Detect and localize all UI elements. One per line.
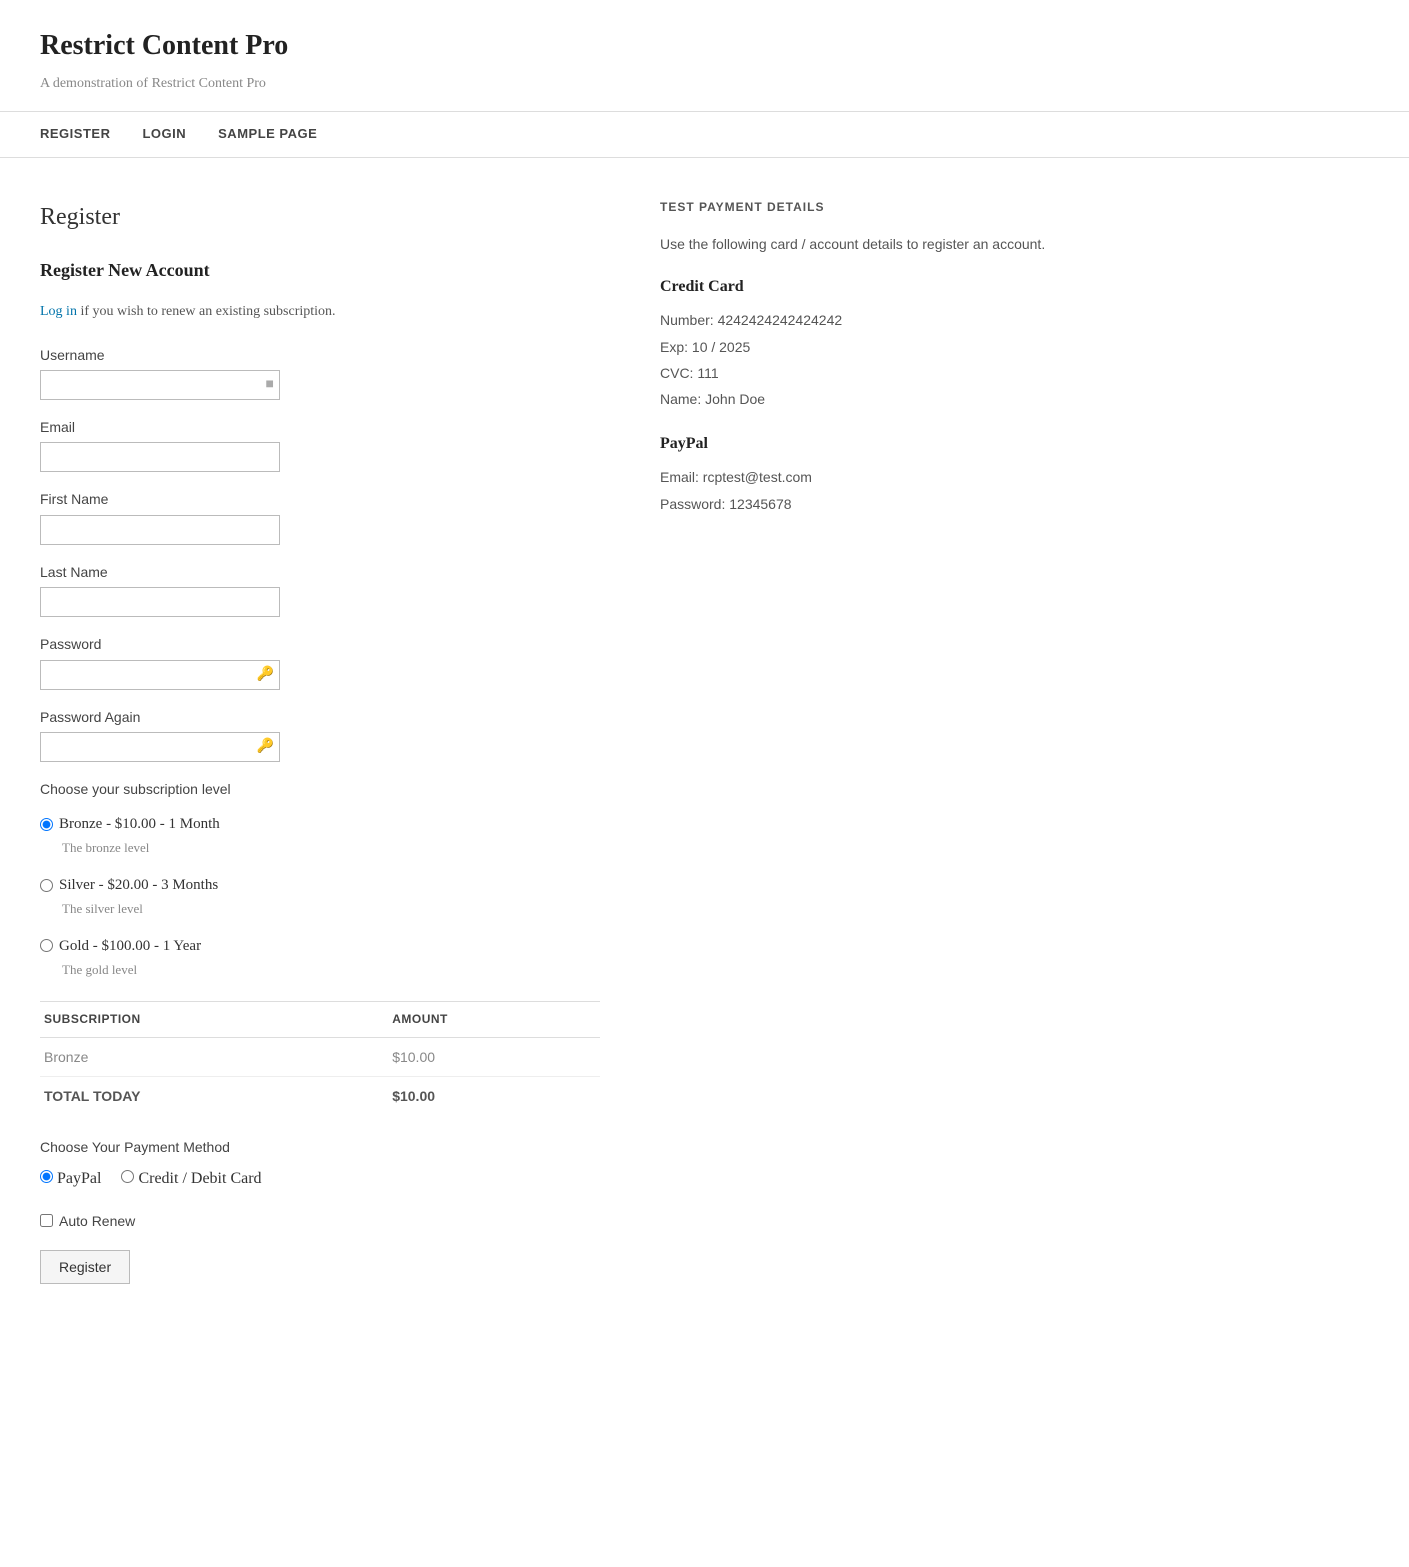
subscription-heading: Choose your subscription level [40,778,600,800]
sidebar-intro-text: Use the following card / account details… [660,233,1060,255]
subscription-option-silver: Silver - $20.00 - 3 Months The silver le… [40,873,600,920]
paypal-section: PayPal Email: rcptest@test.com Password:… [660,431,1060,515]
site-nav: REGISTER LOGIN SAMPLE PAGE [0,112,1409,158]
nav-register[interactable]: REGISTER [40,124,110,145]
username-label: Username [40,344,600,366]
auto-renew-checkbox[interactable] [40,1214,53,1227]
password-again-label: Password Again [40,706,600,728]
email-label: Email [40,416,600,438]
first-name-label: First Name [40,488,600,510]
password-label: Password [40,633,600,655]
table-total-label: TOTAL TODAY [40,1077,388,1116]
subscription-group: Choose your subscription level Bronze - … [40,778,600,981]
silver-title: Silver - $20.00 - 3 Months [59,873,218,897]
subscription-option-bronze: Bronze - $10.00 - 1 Month The bronze lev… [40,812,600,859]
paypal-option-label[interactable]: PayPal [40,1166,101,1192]
username-input[interactable] [40,370,280,400]
login-link[interactable]: Log in [40,304,77,319]
table-row-amount: $10.00 [388,1037,600,1076]
sidebar-box-title: TEST PAYMENT DETAILS [660,198,1060,217]
main-content: Register Register New Account Log in if … [40,198,600,1284]
table-row: Bronze $10.00 [40,1037,600,1076]
last-name-label: Last Name [40,561,600,583]
login-note-text: if you wish to renew an existing subscri… [77,304,336,319]
email-group: Email [40,416,600,472]
nav-login[interactable]: LOGIN [142,124,186,145]
gold-desc: The gold level [62,960,600,981]
site-title: Restrict Content Pro [40,24,1369,69]
subscription-table: SUBSCRIPTION AMOUNT Bronze $10.00 TOTAL … [40,1001,600,1116]
sidebar: TEST PAYMENT DETAILS Use the following c… [660,198,1060,1284]
table-total-amount: $10.00 [388,1077,600,1116]
payment-options: PayPal Credit / Debit Card [40,1166,600,1192]
site-header: Restrict Content Pro A demonstration of … [0,0,1409,112]
first-name-group: First Name [40,488,600,544]
username-group: Username ■ [40,344,600,400]
site-tagline: A demonstration of Restrict Content Pro [40,73,1369,95]
email-input[interactable] [40,442,280,472]
payment-method-label: Choose Your Payment Method [40,1136,600,1158]
gold-title: Gold - $100.00 - 1 Year [59,934,201,958]
password-group: Password 🔑 [40,633,600,689]
paypal-radio[interactable] [40,1170,53,1183]
credit-card-cvc: CVC: 111 [660,362,1060,384]
page-content: Register Register New Account Log in if … [0,158,1100,1324]
table-row-name: Bronze [40,1037,388,1076]
password-again-input[interactable] [40,732,280,762]
subscription-option-gold-label[interactable]: Gold - $100.00 - 1 Year [40,934,600,958]
paypal-label: PayPal [57,1170,101,1187]
last-name-input-wrapper [40,587,280,617]
creditcard-option-label[interactable]: Credit / Debit Card [121,1166,261,1192]
email-input-wrapper [40,442,280,472]
credit-card-name: Name: John Doe [660,388,1060,410]
subscription-option-gold: Gold - $100.00 - 1 Year The gold level [40,934,600,981]
username-input-wrapper: ■ [40,370,280,400]
silver-desc: The silver level [62,899,600,920]
page-heading: Register [40,198,600,236]
credit-card-exp: Exp: 10 / 2025 [660,336,1060,358]
subscription-radio-silver[interactable] [40,879,53,892]
creditcard-radio[interactable] [121,1170,134,1183]
table-col1-header: SUBSCRIPTION [40,1001,388,1037]
subscription-option-silver-label[interactable]: Silver - $20.00 - 3 Months [40,873,600,897]
paypal-title: PayPal [660,431,1060,457]
bronze-desc: The bronze level [62,838,600,859]
subscription-radio-bronze[interactable] [40,818,53,831]
creditcard-label: Credit / Debit Card [138,1170,261,1187]
credit-card-number: Number: 4242424242424242 [660,309,1060,331]
password-input[interactable] [40,660,280,690]
paypal-password: Password: 12345678 [660,493,1060,515]
last-name-input[interactable] [40,587,280,617]
register-button[interactable]: Register [40,1250,130,1284]
last-name-group: Last Name [40,561,600,617]
first-name-input[interactable] [40,515,280,545]
bronze-title: Bronze - $10.00 - 1 Month [59,812,220,836]
nav-sample-page[interactable]: SAMPLE PAGE [218,124,317,145]
password-again-group: Password Again 🔑 [40,706,600,762]
first-name-input-wrapper [40,515,280,545]
credit-card-title: Credit Card [660,274,1060,300]
form-section-title: Register New Account [40,256,600,285]
credit-card-section: Credit Card Number: 4242424242424242 Exp… [660,274,1060,411]
login-note: Log in if you wish to renew an existing … [40,301,600,323]
table-total-row: TOTAL TODAY $10.00 [40,1077,600,1116]
password-again-input-wrapper: 🔑 [40,732,280,762]
subscription-radio-gold[interactable] [40,939,53,952]
auto-renew-label[interactable]: Auto Renew [59,1210,135,1232]
table-col2-header: AMOUNT [388,1001,600,1037]
paypal-email: Email: rcptest@test.com [660,466,1060,488]
payment-method-section: Choose Your Payment Method PayPal Credit… [40,1136,600,1192]
password-input-wrapper: 🔑 [40,660,280,690]
auto-renew-section: Auto Renew [40,1210,600,1232]
subscription-option-bronze-label[interactable]: Bronze - $10.00 - 1 Month [40,812,600,836]
